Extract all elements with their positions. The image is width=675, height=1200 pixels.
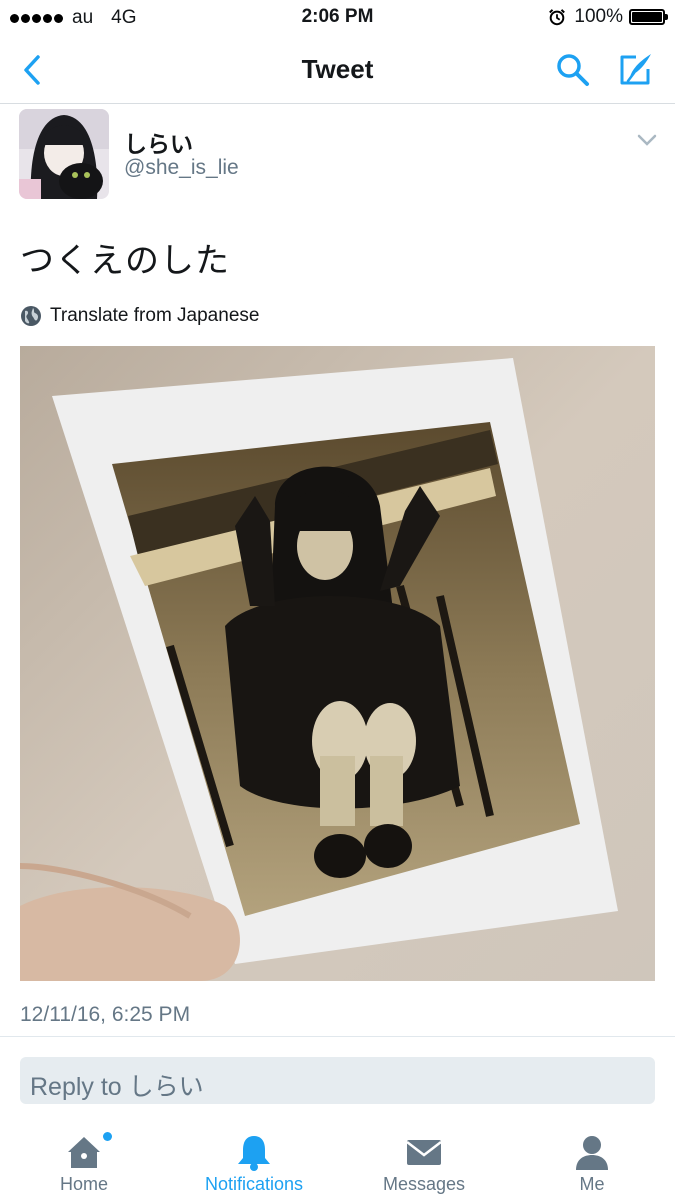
tab-label-home: Home bbox=[59, 1174, 108, 1194]
reply-input[interactable]: Reply to しらい bbox=[20, 1057, 655, 1104]
display-name[interactable]: しらい bbox=[124, 125, 193, 159]
status-bar: au 4G 2:06 PM 100% bbox=[0, 0, 675, 36]
compose-button[interactable] bbox=[615, 50, 655, 90]
avatar-image bbox=[19, 109, 109, 199]
reply-area: Reply to しらい bbox=[0, 1036, 675, 1120]
unread-dot bbox=[103, 1132, 112, 1141]
bell-icon bbox=[238, 1136, 270, 1171]
search-button[interactable] bbox=[553, 50, 593, 90]
translate-link[interactable]: Translate from Japanese bbox=[20, 305, 259, 327]
tab-me[interactable]: Me bbox=[508, 1120, 675, 1200]
tab-label-messages: Messages bbox=[382, 1174, 466, 1194]
tab-notifications[interactable]: Notifications bbox=[170, 1120, 338, 1200]
search-icon bbox=[557, 54, 589, 86]
user-handle[interactable]: @she_is_lie bbox=[124, 156, 239, 180]
compose-icon bbox=[620, 54, 651, 85]
person-icon bbox=[576, 1136, 608, 1170]
alarm-icon bbox=[549, 9, 566, 26]
home-icon bbox=[68, 1137, 100, 1168]
tab-home[interactable]: Home bbox=[0, 1120, 168, 1200]
translate-label: Translate from Japanese bbox=[50, 305, 260, 326]
globe-icon bbox=[21, 306, 41, 326]
tweet-options-button[interactable] bbox=[633, 128, 661, 152]
chevron-down-icon bbox=[637, 134, 657, 146]
reply-placeholder: Reply to しらい bbox=[30, 1073, 204, 1101]
tab-label-notifications: Notifications bbox=[204, 1174, 304, 1194]
tab-bar: Home Notifications Messages Me bbox=[0, 1120, 675, 1200]
nav-bar: Tweet bbox=[0, 36, 675, 104]
avatar[interactable] bbox=[19, 109, 109, 199]
envelope-icon bbox=[406, 1140, 442, 1165]
polaroid-photo-image bbox=[20, 346, 655, 981]
tweet-text: つくえのした bbox=[20, 242, 230, 280]
tab-messages[interactable]: Messages bbox=[340, 1120, 508, 1200]
tweet-timestamp: 12/11/16, 6:25 PM bbox=[20, 1003, 191, 1026]
battery-icon bbox=[629, 9, 668, 25]
tab-label-me: Me bbox=[579, 1174, 605, 1194]
status-right: 100% bbox=[548, 6, 668, 28]
battery-percent: 100% bbox=[574, 6, 623, 27]
tweet-media-photo[interactable] bbox=[20, 346, 655, 981]
